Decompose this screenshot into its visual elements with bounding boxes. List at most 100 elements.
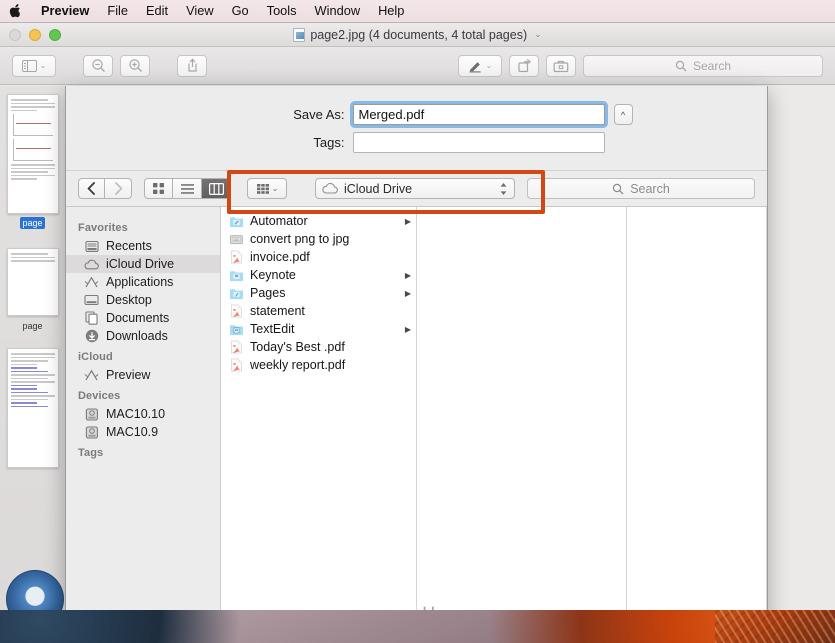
column-view-button[interactable]	[202, 178, 231, 199]
list-view-button[interactable]	[173, 178, 202, 199]
minimize-button[interactable]	[29, 28, 41, 41]
sidebar-item-desktop[interactable]: Desktop	[66, 291, 220, 309]
back-button[interactable]	[78, 178, 105, 199]
zoom-in-button[interactable]	[120, 54, 150, 77]
menu-bar: Preview File Edit View Go Tools Window H…	[0, 0, 835, 22]
desktop-icon	[84, 293, 99, 307]
menu-item-help[interactable]: Help	[369, 0, 413, 22]
document-icon	[293, 27, 306, 42]
list-item[interactable]: statement	[221, 302, 416, 320]
rotate-button[interactable]	[509, 54, 539, 77]
thumbnail-page-preview	[6, 348, 59, 468]
list-item[interactable]: weekly report.pdf	[221, 356, 416, 374]
toolbar-search-placeholder: Search	[692, 58, 732, 73]
column-resize-handle[interactable]: ❙❙	[420, 605, 437, 610]
stepper-icon	[500, 182, 507, 195]
menu-item-file[interactable]: File	[98, 0, 137, 22]
thumbnail-sidebar[interactable]: page page	[0, 86, 66, 610]
list-item[interactable]: convert png to jpg	[221, 230, 416, 248]
list-item[interactable]: Pages ▶	[221, 284, 416, 302]
list-item[interactable]: Automator ▶	[221, 212, 416, 230]
zoom-button[interactable]	[49, 28, 61, 41]
arrange-chevron-down-icon: ⌄	[271, 184, 279, 193]
thumbnail-page-preview	[6, 248, 59, 316]
toolbox-button[interactable]	[546, 54, 576, 77]
location-popup-button[interactable]: iCloud Drive	[315, 178, 515, 199]
chevron-right-icon: ▶	[404, 270, 411, 280]
back-forward-segment	[78, 178, 132, 199]
window-title: page2.jpg (4 documents, 4 total pages)	[310, 27, 528, 42]
downloads-icon	[84, 329, 99, 343]
sidebar-item-label: Applications	[106, 275, 174, 289]
disc-image-thumbnail	[6, 570, 64, 610]
apple-logo-icon[interactable]	[8, 3, 22, 19]
thumbnail-item[interactable]	[6, 348, 59, 468]
close-button[interactable]	[9, 28, 21, 41]
thumbnail-label-wrap: page	[7, 214, 59, 234]
thumbnail-label: page	[22, 321, 43, 331]
pdf-icon	[229, 250, 244, 264]
sidebar-item-label: Downloads	[106, 329, 168, 343]
menu-item-edit[interactable]: Edit	[137, 0, 177, 22]
thumbnail-item[interactable]: page	[6, 248, 59, 334]
view-mode-segment	[144, 178, 231, 199]
chevron-right-icon: ▶	[404, 288, 411, 298]
title-chevron-down-icon[interactable]: ⌄	[534, 29, 542, 40]
file-column-1[interactable]: Automator ▶ convert png to jpg invoice.p…	[221, 207, 417, 610]
list-item[interactable]: TextEdit ▶	[221, 320, 416, 338]
sidebar-item-icloud-drive[interactable]: iCloud Drive	[66, 255, 220, 273]
zoom-out-button[interactable]	[83, 54, 113, 77]
list-item-label: invoice.pdf	[250, 250, 310, 264]
sidebar-item-recents[interactable]: Recents	[66, 237, 220, 255]
sidebar-item-mac109[interactable]: MAC10.9	[66, 423, 220, 441]
sidebar-item-mac1010[interactable]: MAC10.10	[66, 405, 220, 423]
save-as-input[interactable]	[352, 104, 605, 125]
arrange-by-button[interactable]: ⌄	[247, 178, 287, 199]
expand-disclosure-button[interactable]: ^	[613, 104, 633, 125]
forward-button[interactable]	[105, 178, 132, 199]
window-titlebar: page2.jpg (4 documents, 4 total pages) ⌄	[0, 23, 835, 47]
sidebar-item-preview[interactable]: Preview	[66, 366, 220, 384]
sidebar-item-label: Desktop	[106, 293, 152, 307]
sidebar-item-documents[interactable]: Documents	[66, 309, 220, 327]
list-item-label: Keynote	[250, 268, 296, 282]
save-as-label: Save As:	[293, 107, 345, 122]
sidebar-item-applications[interactable]: Applications	[66, 273, 220, 291]
sidebar-item-label: Recents	[106, 239, 152, 253]
tags-label: Tags:	[313, 135, 345, 150]
menu-item-preview[interactable]: Preview	[32, 0, 98, 22]
markup-button[interactable]: ⌄	[458, 54, 502, 77]
applications-icon	[84, 368, 99, 382]
file-column-3[interactable]	[627, 207, 767, 610]
documents-icon	[84, 311, 99, 325]
menu-item-go[interactable]: Go	[223, 0, 258, 22]
tags-input[interactable]	[352, 132, 605, 153]
sidebar-item-downloads[interactable]: Downloads	[66, 327, 220, 345]
preview-toolbar: ⌄ ⌄ Search	[0, 47, 835, 85]
chevron-right-icon: ▶	[404, 216, 411, 226]
sheet-fields-area: Save As: ^ Tags:	[66, 86, 767, 170]
menu-item-window[interactable]: Window	[306, 0, 370, 22]
markup-chevron-down-icon: ⌄	[485, 61, 493, 70]
applications-icon	[84, 275, 99, 289]
list-item-label: Pages	[250, 286, 286, 300]
list-item[interactable]: Today's Best .pdf	[221, 338, 416, 356]
thumbnail-item[interactable]: page	[6, 94, 59, 234]
window-title-group: page2.jpg (4 documents, 4 total pages) ⌄	[0, 27, 835, 42]
menu-item-tools[interactable]: Tools	[258, 0, 306, 22]
thumbnail-page-preview	[6, 94, 59, 214]
sheet-navigation-bar: ⌄ iCloud Drive Search	[66, 170, 767, 206]
file-column-2[interactable]: ❙❙	[417, 207, 627, 610]
toolbar-search-field[interactable]: Search	[583, 54, 823, 77]
sidebar-view-button[interactable]: ⌄	[12, 54, 56, 77]
menu-item-view[interactable]: View	[177, 0, 223, 22]
harddisk-icon	[84, 407, 99, 421]
list-item[interactable]: Keynote ▶	[221, 266, 416, 284]
sidebar-item-label: Preview	[106, 368, 151, 382]
icon-view-button[interactable]	[144, 178, 173, 199]
sheet-search-field[interactable]: Search	[527, 178, 755, 199]
sidebar-item-label: Documents	[106, 311, 170, 325]
list-item[interactable]: invoice.pdf	[221, 248, 416, 266]
share-button[interactable]	[177, 54, 207, 77]
traffic-lights	[0, 28, 61, 41]
